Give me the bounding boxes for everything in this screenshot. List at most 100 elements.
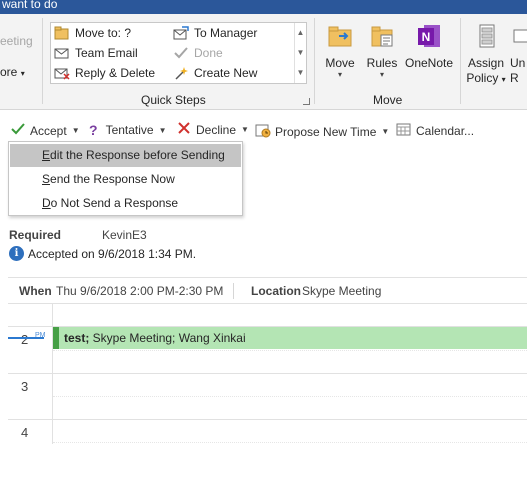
required-attendee[interactable]: KevinE3 xyxy=(102,228,147,242)
hour-line xyxy=(8,373,527,374)
quick-step-reply-delete[interactable]: Reply & Delete xyxy=(54,64,155,82)
location-value: Skype Meeting xyxy=(302,284,382,298)
calendar-preview: 2 PM 3 4 test; Skype Meeting; Wang Xinka… xyxy=(8,304,527,444)
decline-label: Decline xyxy=(196,122,237,137)
event-details: Skype Meeting; Wang Xinkai xyxy=(89,331,246,345)
move-button[interactable]: Move ▾ xyxy=(320,22,360,79)
event-title: test; xyxy=(64,331,90,345)
location-label: Location xyxy=(251,284,301,298)
quick-steps-group-label: Quick Steps xyxy=(141,93,206,107)
reply-delete-icon xyxy=(54,66,70,80)
title-text: want to do xyxy=(2,0,58,11)
accepted-info: i Accepted on 9/6/2018 1:34 PM. xyxy=(9,246,196,261)
hour-label: 4 xyxy=(21,425,29,440)
dialog-launcher-icon[interactable] xyxy=(303,98,310,105)
scroll-down-icon[interactable]: ▼ xyxy=(295,43,306,63)
chevron-down-icon: ▾ xyxy=(379,70,384,79)
chevron-down-icon: ▼ xyxy=(241,125,249,134)
onenote-button-label: OneNote xyxy=(404,56,454,70)
propose-label: Propose New Time xyxy=(275,124,377,139)
quick-step-to-manager[interactable]: To Manager xyxy=(173,24,257,42)
onenote-button[interactable]: N OneNote xyxy=(403,22,455,71)
chevron-down-icon: ▾ xyxy=(20,69,25,78)
required-label: Required xyxy=(9,228,62,242)
assign-policy-button[interactable]: Assign Policy ▾ xyxy=(464,22,508,87)
create-new-icon xyxy=(173,66,189,80)
menu-accelerator: E xyxy=(42,148,51,162)
unread-label-line2: R xyxy=(510,71,519,85)
quick-step-label: Reply & Delete xyxy=(75,66,156,80)
accept-dropdown-menu: Edit the Response before Sending Send th… xyxy=(8,141,243,216)
accept-button[interactable]: Accept ▼ xyxy=(10,122,80,139)
menu-item-label: o Not Send a Response xyxy=(50,196,179,210)
chevron-down-icon: ▾ xyxy=(501,75,506,84)
checkmark-icon xyxy=(10,122,26,139)
move-to-icon xyxy=(54,26,70,40)
team-email-icon xyxy=(54,46,70,60)
rules-button[interactable]: Rules ▾ xyxy=(362,22,402,79)
menu-accelerator: S xyxy=(42,172,51,186)
half-hour-line xyxy=(53,350,527,351)
done-check-icon xyxy=(173,46,189,60)
chevron-down-icon: ▼ xyxy=(71,126,80,135)
calendar-event[interactable]: test; Skype Meeting; Wang Xinkai xyxy=(53,327,527,349)
calendar-icon xyxy=(396,122,412,139)
time-column-divider xyxy=(52,304,53,444)
divider xyxy=(233,283,234,299)
meeting-response-bar: Accept ▼ ? Tentative ▼ Decline ▼ Propose… xyxy=(0,118,527,142)
menu-item-label: dit the Response before Sending xyxy=(50,148,225,162)
assign-policy-label-line2: Policy ▾ xyxy=(464,71,508,87)
quick-steps-scrollbar[interactable]: ▲ ▼ ▼ xyxy=(294,23,306,83)
rules-button-label: Rules xyxy=(366,56,398,70)
scroll-up-icon[interactable]: ▲ xyxy=(295,23,306,43)
quick-step-create-new[interactable]: Create New xyxy=(173,64,257,82)
assign-policy-icon xyxy=(471,24,501,53)
when-location-bar: When Thu 9/6/2018 2:00 PM-2:30 PM Locati… xyxy=(8,277,527,304)
info-icon: i xyxy=(9,246,24,261)
accepted-text: Accepted on 9/6/2018 1:34 PM. xyxy=(28,246,197,261)
unread-button-partial[interactable]: Un R xyxy=(510,22,527,86)
propose-time-icon xyxy=(255,122,271,141)
rules-icon xyxy=(367,26,397,53)
half-hour-line xyxy=(53,396,527,397)
chevron-down-icon: ▼ xyxy=(381,127,390,136)
folder-move-icon xyxy=(325,26,355,53)
move-button-label: Move xyxy=(325,56,355,70)
when-value: Thu 9/6/2018 2:00 PM-2:30 PM xyxy=(56,284,224,298)
quick-steps-gallery: Move to: ? To Manager Team Email Done Re… xyxy=(50,22,307,84)
ribbon-separator xyxy=(42,18,43,104)
onenote-icon: N xyxy=(414,25,444,53)
quick-step-label: Done xyxy=(194,46,223,60)
when-label: When xyxy=(19,284,52,298)
quick-step-move-to[interactable]: Move to: ? xyxy=(54,24,131,42)
chevron-down-icon: ▾ xyxy=(337,70,342,79)
calendar-label: Calendar... xyxy=(416,123,475,138)
ribbon-separator xyxy=(314,18,315,104)
quick-step-label: Team Email xyxy=(75,46,138,60)
menu-item-edit-response[interactable]: Edit the Response before Sending xyxy=(10,144,241,167)
more-partial-label: ore xyxy=(0,65,18,79)
quick-step-team-email[interactable]: Team Email xyxy=(54,44,138,62)
close-x-icon xyxy=(178,122,190,137)
calendar-button[interactable]: Calendar... xyxy=(396,122,474,139)
more-partial-button[interactable]: ore ▾ xyxy=(0,65,25,79)
menu-item-do-not-send[interactable]: Do Not Send a Response xyxy=(10,192,241,215)
accept-label: Accept xyxy=(30,123,67,138)
menu-item-send-now[interactable]: Send the Response Now xyxy=(10,168,241,191)
chevron-down-icon: ▼ xyxy=(158,125,167,135)
ribbon: eeting ore ▾ Move to: ? To Manager Team … xyxy=(0,14,527,110)
tentative-label: Tentative xyxy=(105,123,154,137)
to-manager-icon xyxy=(173,26,189,40)
half-hour-line xyxy=(53,442,527,443)
gallery-more-icon[interactable]: ▼ xyxy=(295,63,306,83)
ribbon-separator xyxy=(460,18,461,104)
hour-line xyxy=(8,419,527,420)
decline-button[interactable]: Decline ▼ xyxy=(178,122,249,137)
unread-label: Un xyxy=(510,56,526,70)
meeting-partial-label: eeting xyxy=(0,34,33,48)
propose-new-time-button[interactable]: Propose New Time ▼ xyxy=(255,122,389,141)
quick-step-done[interactable]: Done xyxy=(173,44,223,62)
menu-item-label: end the Response Now xyxy=(50,172,175,186)
question-mark-icon: ? xyxy=(89,122,98,138)
tentative-button[interactable]: ? Tentative ▼ xyxy=(89,122,167,138)
